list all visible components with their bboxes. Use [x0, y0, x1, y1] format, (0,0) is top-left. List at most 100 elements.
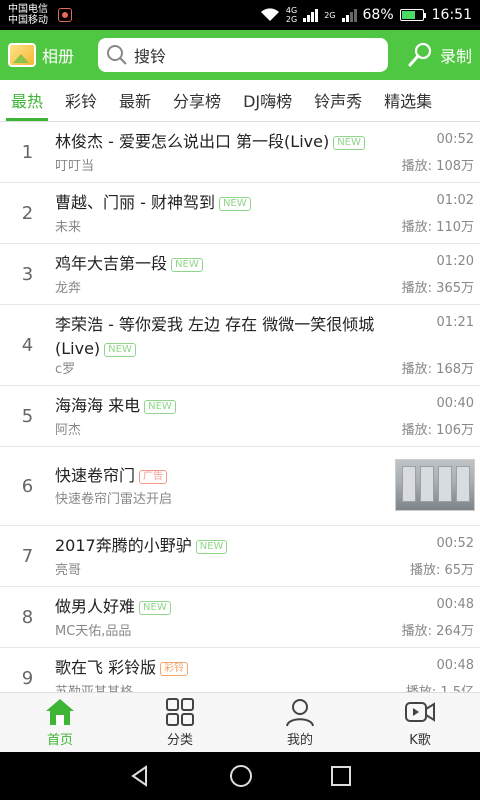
- song-duration: 00:40: [436, 396, 474, 411]
- song-title: 2017奔腾的小野驴: [55, 536, 192, 555]
- network-type-1: 4G 2G: [285, 6, 298, 24]
- rank-number: 3: [21, 263, 34, 285]
- ad-image[interactable]: [395, 459, 475, 511]
- song-artist: 叮叮当: [55, 159, 95, 174]
- tab-hottest[interactable]: 最热: [0, 88, 54, 121]
- nav-profile[interactable]: 我的: [240, 693, 360, 752]
- song-duration: 01:20: [436, 254, 474, 269]
- nav-category[interactable]: 分类: [120, 693, 240, 752]
- play-count: 播放: 264万: [401, 624, 474, 639]
- back-icon[interactable]: [128, 764, 152, 788]
- list-item[interactable]: 1 林俊杰 - 爱要怎么说出口 第一段(Live) NEW 叮叮当 00:52 播…: [0, 122, 480, 183]
- ad-list-item[interactable]: 6 快速卷帘门 广告 快速卷帘门雷达开启: [0, 447, 480, 526]
- ad-title: 快速卷帘门: [55, 466, 136, 485]
- play-count: 播放: 108万: [401, 159, 474, 174]
- nav-home[interactable]: 首页: [0, 693, 120, 752]
- album-button[interactable]: 相册: [8, 43, 74, 67]
- list-item[interactable]: 3 鸡年大吉第一段 NEW 龙奔 01:20 播放: 365万: [0, 244, 480, 305]
- record-label: 录制: [439, 47, 472, 66]
- song-duration: 01:02: [436, 193, 474, 208]
- song-duration: 01:21: [436, 315, 474, 330]
- list-item[interactable]: 9 歌在飞 彩铃版彩铃 苏勒亚其其格 00:48 播放: 1.5亿: [0, 648, 480, 692]
- play-count: 播放: 106万: [401, 423, 474, 438]
- list-item[interactable]: 5 海海海 来电 NEW 阿杰 00:40 播放: 106万: [0, 386, 480, 447]
- notification-icon: [58, 8, 72, 22]
- new-badge: NEW: [139, 600, 171, 615]
- song-title: 海海海 来电: [55, 396, 141, 415]
- carrier-info: 中国电信 中国移动: [8, 4, 48, 26]
- play-count: 播放: 168万: [401, 362, 474, 377]
- play-count: 播放: 110万: [401, 220, 474, 235]
- tab-collection[interactable]: 精选集: [373, 88, 443, 121]
- song-artist: 阿杰: [55, 423, 82, 438]
- category-tabs: 最热 彩铃 最新 分享榜 DJ嗨榜 铃声秀 精选集: [0, 80, 480, 122]
- nav-karaoke[interactable]: K歌: [360, 693, 480, 752]
- song-artist: MC天佑,品品: [55, 624, 132, 639]
- list-item[interactable]: 2 曹越、门丽 - 财神驾到 NEW 未来 01:02 播放: 110万: [0, 183, 480, 244]
- rank-number: 9: [21, 667, 34, 689]
- carrier-1: 中国电信: [8, 4, 48, 15]
- nav-home-label: 首页: [46, 733, 73, 748]
- signal-icon: [303, 8, 319, 22]
- bottom-nav: 首页 分类 我的 K歌: [0, 692, 480, 752]
- home-icon: [46, 699, 74, 725]
- clock: 16:51: [431, 7, 472, 23]
- video-camera-icon: [405, 702, 435, 722]
- song-artist: 亮哥: [55, 563, 82, 578]
- rank-number: 4: [21, 334, 34, 356]
- ad-badge: 广告: [139, 469, 168, 484]
- battery-percent: 68%: [362, 7, 394, 23]
- ringback-badge: 彩铃: [160, 661, 189, 676]
- song-artist: 未来: [55, 220, 82, 235]
- rank-number: 7: [21, 545, 34, 567]
- nav-karaoke-label: K歌: [409, 733, 431, 748]
- list-item[interactable]: 7 2017奔腾的小野驴 NEW 亮哥 00:52 播放: 65万: [0, 526, 480, 587]
- song-title: 歌在飞 彩铃版: [55, 658, 157, 677]
- list-item[interactable]: 8 做男人好难 NEW MC天佑,品品 00:48 播放: 264万: [0, 587, 480, 648]
- tab-ringtone-show[interactable]: 铃声秀: [303, 88, 373, 121]
- record-button[interactable]: 录制: [406, 41, 472, 69]
- song-title: 做男人好难: [55, 597, 136, 616]
- tab-dj-chart[interactable]: DJ嗨榜: [232, 88, 303, 121]
- album-icon: [8, 43, 36, 67]
- song-duration: 00:52: [436, 536, 474, 551]
- new-badge: NEW: [144, 399, 176, 414]
- rank-number: 1: [21, 141, 34, 163]
- new-badge: NEW: [104, 342, 136, 357]
- new-badge: NEW: [333, 135, 365, 150]
- list-item[interactable]: 4 李荣浩 - 等你爱我 左边 存在 微微一笑很倾城 (Live) NEW c罗 …: [0, 305, 480, 386]
- nav-category-label: 分类: [166, 733, 193, 748]
- song-duration: 00:48: [436, 658, 474, 673]
- grid-icon: [166, 698, 194, 726]
- play-count: 播放: 65万: [409, 563, 474, 578]
- ad-description: 快速卷帘门雷达开启: [55, 492, 173, 507]
- rank-number: 2: [21, 202, 34, 224]
- song-list: 1 林俊杰 - 爱要怎么说出口 第一段(Live) NEW 叮叮当 00:52 播…: [0, 122, 480, 692]
- rank-number: 6: [21, 475, 34, 497]
- song-artist: c罗: [55, 362, 76, 377]
- battery-icon: [399, 9, 426, 21]
- nav-profile-label: 我的: [286, 733, 313, 748]
- system-navigation-bar: [0, 752, 480, 800]
- new-badge: NEW: [218, 196, 251, 211]
- play-count: 播放: 365万: [401, 281, 474, 296]
- signal-icon-2: [341, 8, 357, 22]
- tab-share-chart[interactable]: 分享榜: [162, 88, 232, 121]
- tab-ringback[interactable]: 彩铃: [54, 88, 108, 121]
- album-label: 相册: [42, 47, 75, 66]
- rank-number: 5: [21, 405, 34, 427]
- new-badge: NEW: [171, 257, 203, 272]
- home-button-icon[interactable]: [229, 764, 253, 788]
- song-title: 李荣浩 - 等你爱我 左边 存在 微微一笑很倾城 (Live): [55, 315, 375, 358]
- search-box[interactable]: [98, 38, 389, 72]
- tab-newest[interactable]: 最新: [108, 88, 162, 121]
- play-count: 播放: 1.5亿: [406, 681, 474, 692]
- new-badge: NEW: [195, 539, 228, 554]
- recent-apps-icon[interactable]: [330, 765, 352, 787]
- status-bar: 中国电信 中国移动 4G 2G 2G 68% 16:51: [0, 0, 480, 30]
- search-input[interactable]: [134, 45, 375, 65]
- song-title: 林俊杰 - 爱要怎么说出口 第一段(Live): [55, 132, 330, 151]
- app-header: 相册 录制: [0, 30, 480, 80]
- song-artist: 苏勒亚其其格: [55, 681, 133, 692]
- search-icon: [107, 45, 127, 65]
